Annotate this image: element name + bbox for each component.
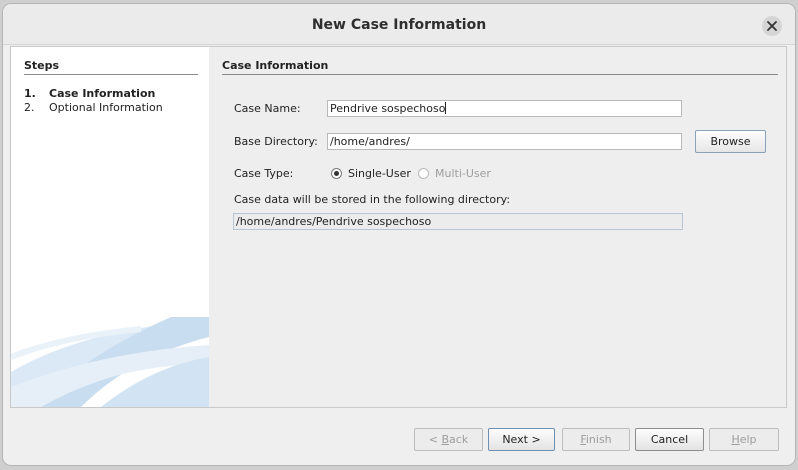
help-button[interactable]: Help [709, 428, 779, 451]
step-label: Optional Information [49, 101, 163, 114]
back-mnemonic: B [441, 433, 450, 446]
case-name-label: Case Name: [234, 102, 301, 115]
close-icon [767, 21, 777, 31]
storage-path-value: /home/andres/Pendrive sospechoso [236, 215, 432, 228]
step-case-information: 1. Case Information [24, 87, 155, 100]
wizard-content: Steps 1. Case Information 2. Optional Info… [10, 46, 787, 408]
storage-path-field: /home/andres/Pendrive sospechoso [233, 213, 683, 230]
case-name-input[interactable]: Pendrive sospechoso [327, 100, 682, 117]
case-information-panel: Case Information Case Name: Pendrive sos… [209, 47, 786, 407]
radio-unselected-icon [418, 168, 429, 179]
step-number: 1. [24, 87, 36, 100]
step-number: 2. [24, 101, 35, 114]
step-label: Case Information [49, 87, 156, 100]
finish-rest: inish [585, 433, 612, 446]
steps-title: Steps [24, 59, 198, 75]
base-directory-input[interactable]: /home/andres/ [327, 133, 682, 150]
case-name-value: Pendrive sospechoso [330, 102, 446, 115]
steps-panel: Steps 1. Case Information 2. Optional Info… [11, 47, 209, 407]
decorative-swoosh-graphic [11, 317, 209, 407]
next-button[interactable]: Next > [488, 428, 555, 451]
cancel-button[interactable]: Cancel [635, 428, 704, 451]
help-mnemonic: H [731, 433, 740, 446]
radio-selected-icon [331, 168, 342, 179]
back-rest: ack [449, 433, 469, 446]
browse-button[interactable]: Browse [695, 130, 766, 153]
dialog-title: New Case Information [311, 17, 487, 33]
text-caret [445, 102, 447, 114]
close-button[interactable] [762, 16, 782, 36]
back-prefix: < [428, 433, 442, 446]
storage-note: Case data will be stored in the followin… [234, 193, 511, 206]
finish-button[interactable]: Finish [562, 428, 630, 451]
base-directory-value: /home/andres/ [330, 135, 410, 148]
step-optional-information: 2. Optional Information [24, 101, 163, 114]
single-user-label: Single-User [348, 167, 411, 180]
title-bar[interactable]: New Case Information [3, 4, 795, 45]
multi-user-radio[interactable]: Multi-User [418, 167, 491, 180]
section-title: Case Information [222, 59, 778, 75]
single-user-radio[interactable]: Single-User [331, 167, 411, 180]
multi-user-label: Multi-User [435, 167, 491, 180]
back-button[interactable]: < Back [414, 428, 483, 451]
dialog-window: New Case Information Steps 1. Case Inform… [2, 3, 796, 466]
help-rest: elp [739, 433, 757, 446]
base-directory-label: Base Directory: [234, 135, 318, 148]
case-type-label: Case Type: [234, 167, 294, 180]
